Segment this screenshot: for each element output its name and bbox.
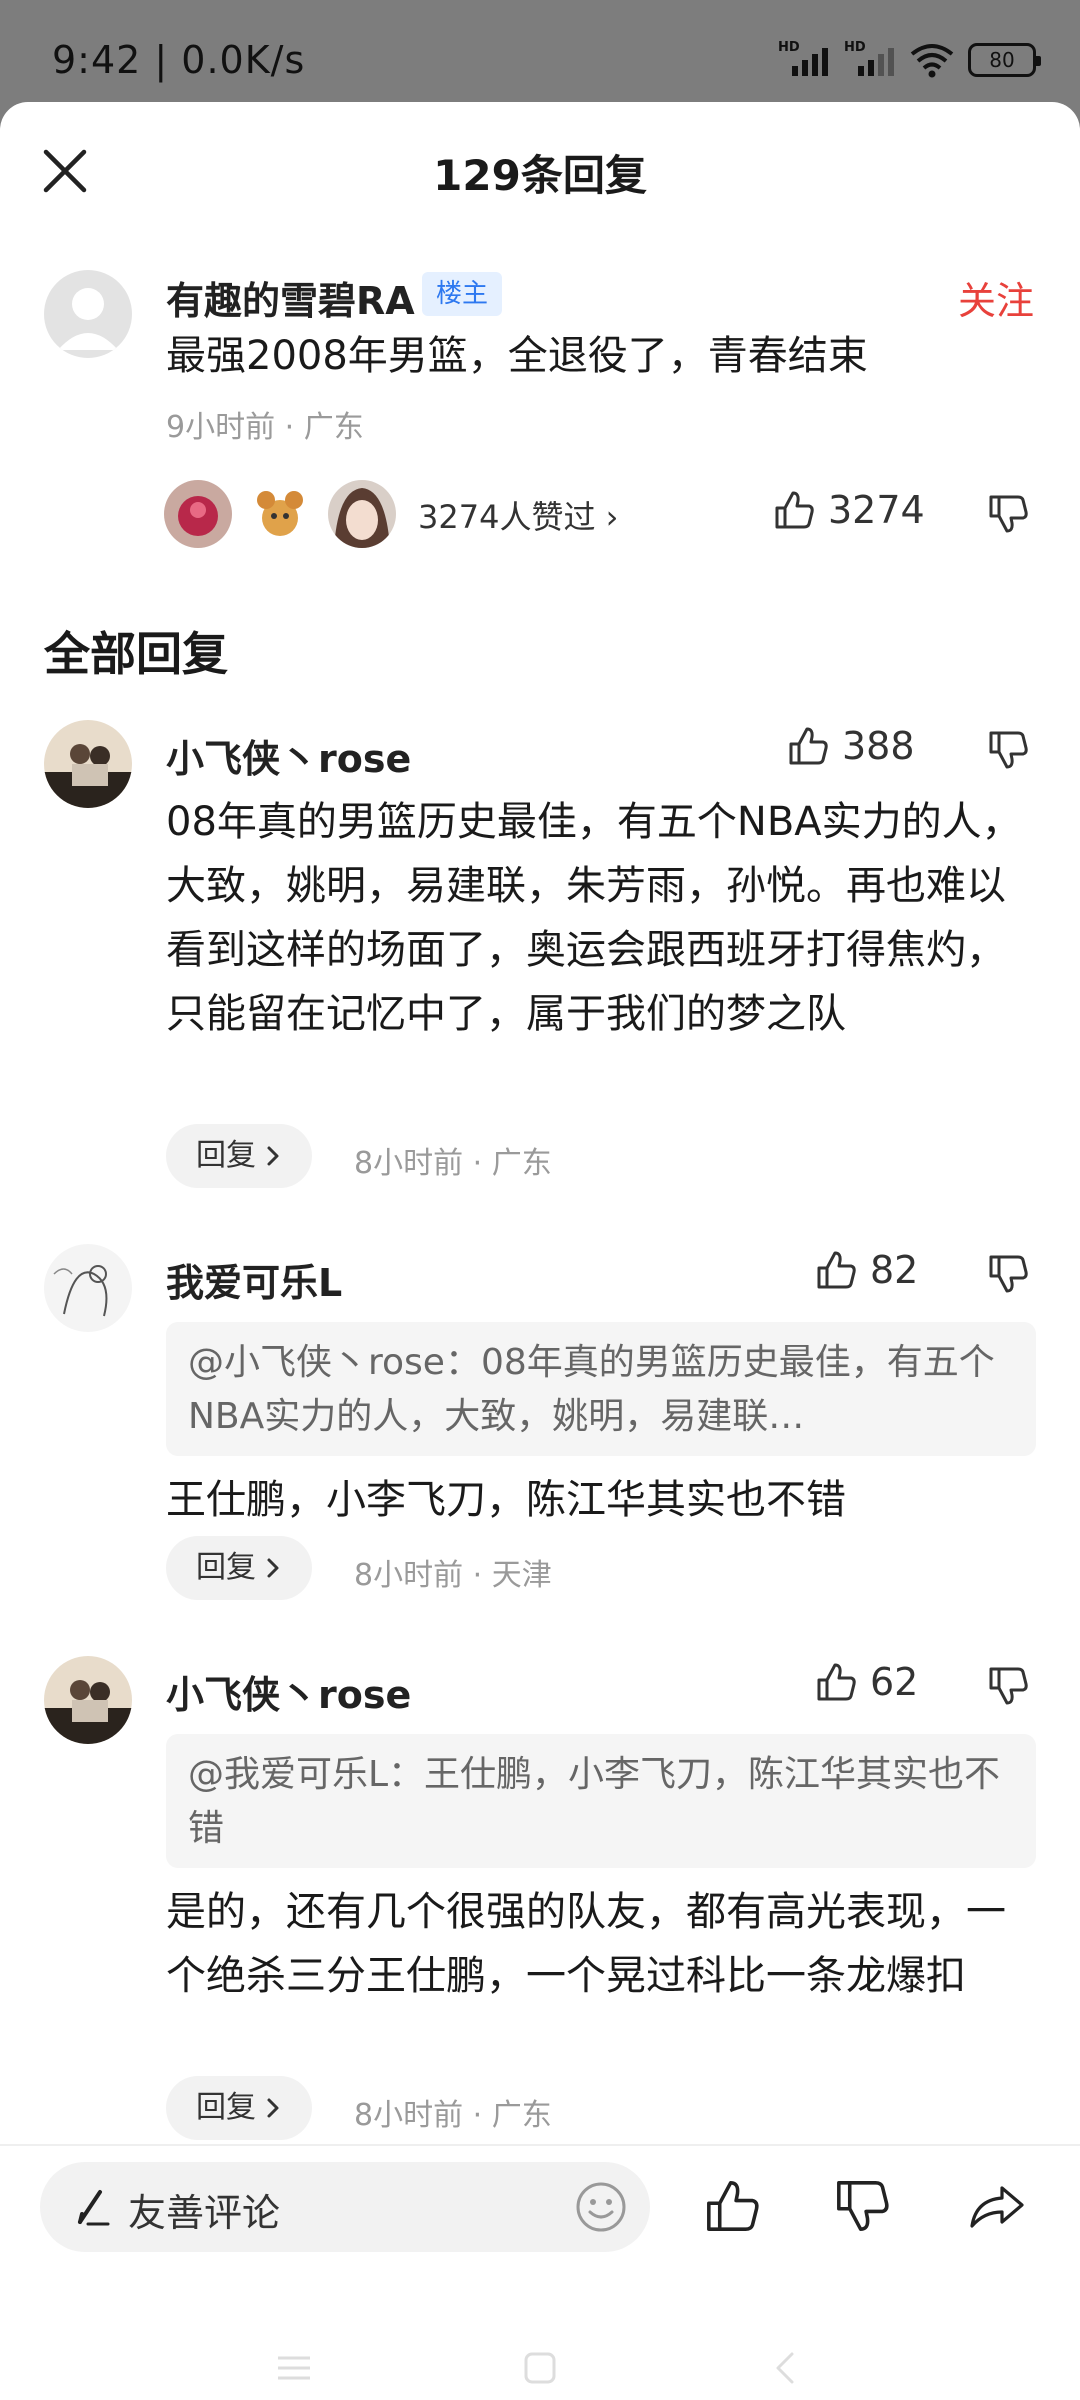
like-count: 62 <box>870 1660 919 1704</box>
share-icon[interactable] <box>966 2176 1026 2236</box>
input-placeholder: 友善评论 <box>128 2191 281 2235</box>
back-icon[interactable] <box>766 2348 806 2388</box>
thumbs-down-icon[interactable] <box>986 1252 1030 1296</box>
liker-avatar[interactable] <box>164 480 232 548</box>
likers-link[interactable]: 3274人赞过 › <box>418 492 618 538</box>
sheet-header: 129条回复 <box>0 102 1080 232</box>
status-time: 9:42 | 0.0K/s <box>52 38 306 82</box>
system-nav-bar <box>0 2332 1080 2400</box>
username[interactable]: 有趣的雪碧RA <box>166 270 415 325</box>
thumbs-down-icon[interactable] <box>986 492 1030 536</box>
avatar[interactable] <box>44 720 132 808</box>
chevron-right-icon <box>267 1146 279 1166</box>
reply-button[interactable]: 回复 <box>166 1124 312 1188</box>
wifi-icon <box>910 44 954 78</box>
op-badge: 楼主 <box>422 272 503 316</box>
sheet-title: 129条回复 <box>433 151 647 200</box>
quoted-comment[interactable]: @小飞侠丶rose：08年真的男篮历史最佳，有五个NBA实力的人，大致，姚明，易… <box>166 1322 1036 1456</box>
comment-meta: 8小时前 · 广东 <box>354 1146 552 1181</box>
chevron-right-icon <box>267 1558 279 1578</box>
comment-meta: 9小时前 · 广东 <box>166 410 364 445</box>
avatar[interactable] <box>44 270 132 358</box>
liker-avatar[interactable] <box>246 480 314 548</box>
menu-icon[interactable] <box>274 2348 314 2388</box>
reply-button[interactable]: 回复 <box>166 2076 312 2140</box>
quoted-comment[interactable]: @我爱可乐L：王仕鹏，小李飞刀，陈江华其实也不错 <box>166 1734 1036 1868</box>
signal-icon: HD <box>844 40 896 80</box>
reply-button[interactable]: 回复 <box>166 1536 312 1600</box>
username[interactable]: 我爱可乐L <box>166 1252 342 1307</box>
thumbs-down-icon[interactable] <box>986 728 1030 772</box>
comment-meta: 8小时前 · 天津 <box>354 1558 552 1593</box>
comment-meta: 8小时前 · 广东 <box>354 2098 552 2133</box>
like-button[interactable]: 82 <box>814 1248 918 1292</box>
battery-icon: 80 <box>968 43 1041 77</box>
thumbs-down-icon[interactable] <box>832 2176 892 2236</box>
bottom-action-bar: 友善评论 <box>0 2144 1080 2400</box>
like-count: 388 <box>842 724 915 768</box>
follow-button[interactable]: 关注 <box>958 270 1034 325</box>
thumbs-up-icon[interactable] <box>702 2176 762 2236</box>
replies-sheet: 129条回复 有趣的雪碧RA 楼主 关注 最强2008年男篮，全退役了，青春结束… <box>0 102 1080 2400</box>
like-button[interactable]: 62 <box>814 1660 918 1704</box>
avatar[interactable] <box>44 1244 132 1332</box>
default-avatar-icon <box>58 288 118 350</box>
username[interactable]: 小飞侠丶rose <box>166 1664 411 1719</box>
emoji-icon[interactable] <box>574 2180 628 2234</box>
thumbs-down-icon[interactable] <box>986 1664 1030 1708</box>
chevron-right-icon <box>267 2098 279 2118</box>
status-icons: HD HD 80 <box>778 40 1041 80</box>
like-button[interactable]: 3274 <box>772 488 925 532</box>
like-button[interactable]: 388 <box>786 724 915 768</box>
avatar[interactable] <box>44 1656 132 1744</box>
like-count: 3274 <box>828 488 925 532</box>
thumbs-up-icon <box>817 1251 856 1289</box>
comment-text[interactable]: 最强2008年男篮，全退役了，青春结束 <box>166 324 1046 388</box>
signal-icon: HD <box>778 40 830 80</box>
thumbs-up-icon <box>789 727 828 765</box>
comment-input[interactable]: 友善评论 <box>40 2162 650 2252</box>
home-icon[interactable] <box>520 2348 560 2388</box>
username[interactable]: 小飞侠丶rose <box>166 728 411 783</box>
comment-text[interactable]: 是的，还有几个很强的队友，都有高光表现，一个绝杀三分王仕鹏，一个晃过科比一条龙爆… <box>166 1880 1036 2008</box>
thumbs-up-icon <box>817 1663 856 1701</box>
comment-text[interactable]: 王仕鹏，小李飞刀，陈江华其实也不错 <box>166 1468 1036 1532</box>
section-title: 全部回复 <box>44 627 228 681</box>
thumbs-up-icon <box>775 491 814 529</box>
comment-text[interactable]: 08年真的男篮历史最佳，有五个NBA实力的人，大致，姚明，易建联，朱芳雨，孙悦。… <box>166 790 1036 1046</box>
pen-icon <box>78 2190 110 2226</box>
like-count: 82 <box>870 1248 919 1292</box>
liker-avatar[interactable] <box>328 480 396 548</box>
status-bar: 9:42 | 0.0K/s HD HD 80 <box>0 0 1080 100</box>
